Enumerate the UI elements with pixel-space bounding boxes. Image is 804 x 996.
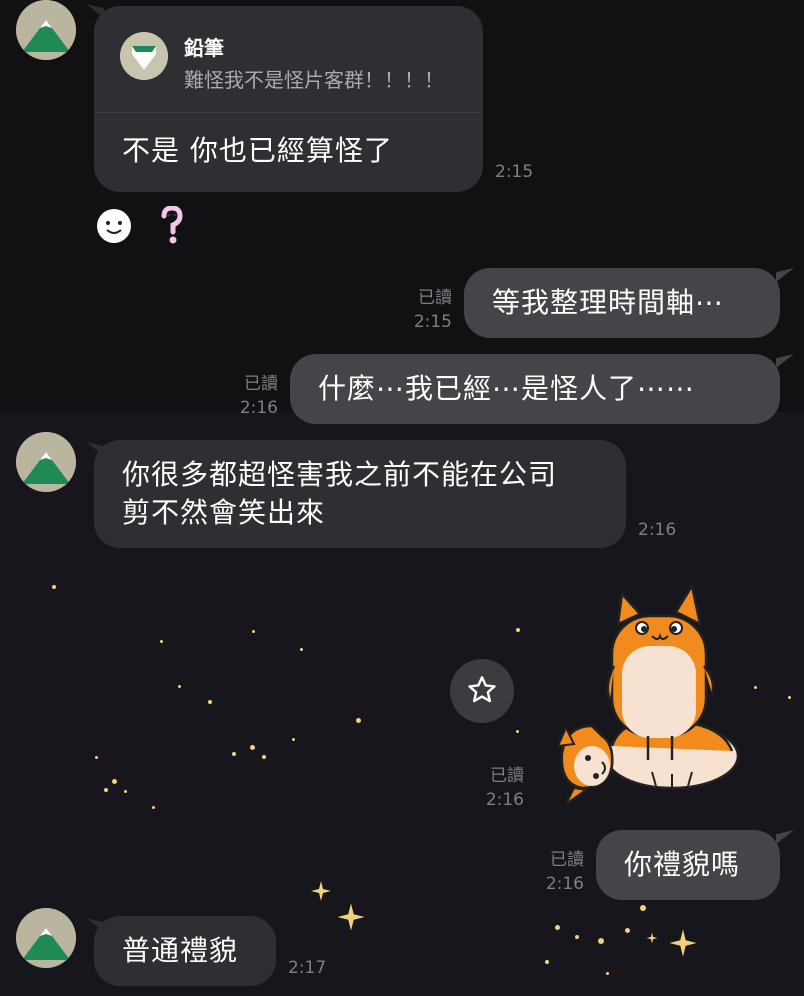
message-bubble[interactable]: 等我整理時間軸⋯: [464, 268, 780, 338]
sticker-reaction-icon[interactable]: [158, 206, 186, 246]
message-bubble[interactable]: 普通禮貌: [94, 916, 276, 986]
message-text: 你很多都超怪害我之前不能在公司 剪不然會笑出來: [122, 458, 558, 529]
reply-preview[interactable]: 鉛筆 難怪我不是怪片客群！！！！: [94, 6, 483, 113]
message-time: 2:16: [638, 520, 677, 540]
mountain-avatar-icon: [16, 432, 76, 492]
message-meta: 已讀 2:16: [464, 764, 524, 812]
message-time: 2:15: [413, 312, 452, 332]
message-text: 普通禮貌: [122, 934, 239, 967]
message-text: 什麼⋯我已經⋯是怪人了⋯⋯: [318, 372, 696, 405]
reaction-bar: [96, 206, 196, 246]
pencil-avatar-icon: [120, 32, 168, 80]
message-text: 不是 你也已經算怪了: [122, 134, 393, 167]
smile-reaction-icon[interactable]: [96, 208, 132, 244]
reply-text: 難怪我不是怪片客群！！！！: [184, 68, 444, 92]
message-time: 2:17: [288, 958, 327, 978]
message-bubble[interactable]: 什麼⋯我已經⋯是怪人了⋯⋯: [290, 354, 780, 424]
sender-avatar[interactable]: [16, 432, 76, 492]
read-receipt: 已讀: [244, 374, 278, 394]
message-meta: 已讀 2:15: [392, 286, 452, 334]
message-time: 2:15: [495, 162, 534, 182]
favorite-sticker-button[interactable]: [450, 659, 514, 723]
read-receipt: 已讀: [550, 850, 584, 870]
message-text: 你禮貌嗎: [624, 848, 741, 881]
message-bubble[interactable]: 你很多都超怪害我之前不能在公司 剪不然會笑出來: [94, 440, 626, 548]
mountain-avatar-icon: [16, 0, 76, 60]
message-text: 等我整理時間軸⋯: [492, 286, 725, 319]
reply-author: 鉛筆: [184, 36, 224, 60]
sender-avatar[interactable]: [16, 908, 76, 968]
star-icon: [468, 676, 496, 703]
read-receipt: 已讀: [490, 766, 524, 786]
read-receipt: 已讀: [418, 288, 452, 308]
message-time: 2:16: [545, 874, 584, 894]
sender-avatar[interactable]: [16, 0, 76, 60]
message-time: 2:16: [485, 790, 524, 810]
message-bubble[interactable]: 你禮貌嗎: [596, 830, 780, 900]
cat-stack-sticker[interactable]: [552, 576, 742, 806]
message-meta: 已讀 2:16: [218, 372, 278, 420]
message-meta: 已讀 2:16: [524, 848, 584, 896]
message-bubble-reply[interactable]: 鉛筆 難怪我不是怪片客群！！！！ 不是 你也已經算怪了: [94, 6, 483, 192]
message-time: 2:16: [239, 398, 278, 418]
reply-avatar: [120, 32, 168, 80]
mountain-avatar-icon: [16, 908, 76, 968]
